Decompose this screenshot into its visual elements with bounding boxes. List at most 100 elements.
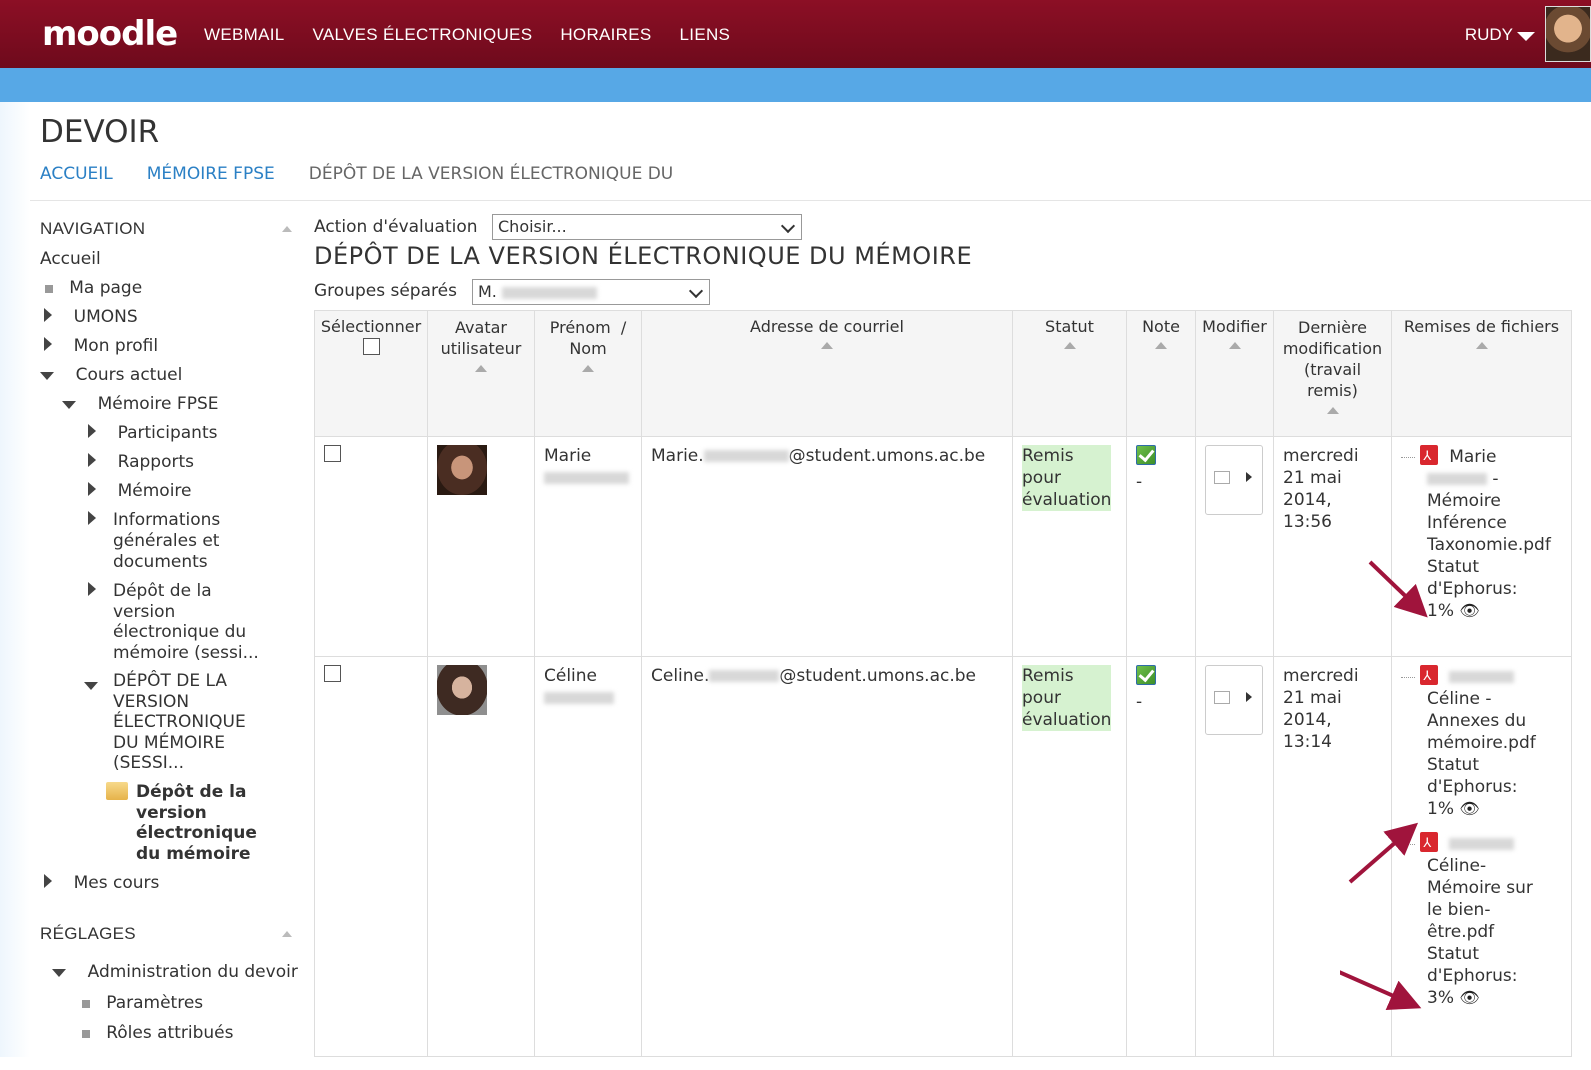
header-band	[0, 68, 1591, 102]
sort-icon	[1063, 342, 1076, 349]
file-submissions: Céline - Annexes du mémoire.pdf Statut d…	[1391, 656, 1572, 1057]
grading-action-select[interactable]: Choisir...	[492, 214, 802, 240]
nav-my-page[interactable]: Ma page	[45, 278, 142, 298]
nav-memoire[interactable]: Mémoire	[88, 481, 192, 501]
col-lastmod[interactable]: Dernière modification (travail remis)	[1273, 310, 1392, 437]
nav-depot-session[interactable]	[88, 581, 96, 601]
nav-info[interactable]	[88, 510, 96, 530]
expand-icon	[44, 308, 52, 322]
edit-menu-button[interactable]	[1205, 445, 1263, 515]
user-avatar[interactable]	[1545, 6, 1591, 62]
col-select: Sélectionner	[314, 310, 428, 437]
groups-select[interactable]: M.	[472, 279, 710, 305]
ephorus-percent: 1%	[1427, 601, 1454, 621]
nav-umons[interactable]: UMONS	[44, 307, 138, 327]
caret-right-icon	[1246, 692, 1252, 702]
collapse-icon[interactable]	[282, 931, 292, 937]
sort-icon	[1228, 342, 1241, 349]
grade-check-icon[interactable]	[1136, 665, 1156, 685]
expand-icon	[88, 582, 96, 596]
settings-params[interactable]: Paramètres	[82, 993, 203, 1013]
caret-right-icon	[1246, 472, 1252, 482]
col-status[interactable]: Statut	[1012, 310, 1127, 437]
grading-action-label: Action d'évaluation	[314, 217, 478, 237]
breadcrumb-current: DÉPÔT DE LA VERSION ÉLECTRONIQUE DU	[308, 164, 674, 184]
expand-icon	[44, 337, 52, 351]
row-checkbox[interactable]	[324, 445, 341, 462]
collapse-icon	[52, 969, 66, 977]
col-grade[interactable]: Note	[1126, 310, 1196, 437]
nav-liens[interactable]: LIENS	[680, 25, 731, 45]
redacted-lastname	[544, 472, 629, 484]
file-link[interactable]: mémoire.pdf	[1427, 732, 1563, 754]
nav-home[interactable]: Accueil	[40, 249, 101, 269]
nav-depot-upper-label[interactable]: DÉPÔT DE LA VERSION ÉLECTRONIQUE DU MÉMOIRE…	[113, 671, 246, 774]
breadcrumb-home[interactable]: ACCUEIL	[40, 164, 113, 184]
moodle-logo[interactable]: moodle	[42, 14, 178, 54]
folder-icon	[106, 782, 128, 805]
edit-icon	[1214, 471, 1230, 484]
nav-webmail[interactable]: WEBMAIL	[204, 25, 285, 45]
user-avatar[interactable]	[437, 445, 487, 495]
eye-icon[interactable]: 👁	[1459, 987, 1479, 1009]
eye-icon[interactable]: 👁	[1459, 798, 1479, 820]
col-avatar[interactable]: Avatar utilisateur	[427, 310, 535, 437]
nav-valves[interactable]: VALVES ÉLECTRONIQUES	[313, 25, 533, 45]
email-domain: @student.umons.ac.be	[788, 446, 986, 466]
sort-icon	[821, 342, 833, 349]
navigation-block-title[interactable]: NAVIGATION	[40, 219, 145, 239]
settings-block-title[interactable]: RÉGLAGES	[40, 924, 136, 944]
user-menu[interactable]: RUDY	[1465, 25, 1513, 45]
expand-icon	[88, 453, 96, 467]
nav-info-label[interactable]: Informations générales et documents	[113, 510, 220, 573]
nav-current-course[interactable]: Cours actuel	[40, 365, 182, 385]
firstname[interactable]: Marie	[544, 445, 633, 467]
edit-icon	[1214, 691, 1230, 704]
nav-my-courses[interactable]: Mes cours	[44, 873, 159, 893]
sort-icon	[475, 365, 487, 372]
row-checkbox[interactable]	[324, 665, 341, 682]
select-all-checkbox[interactable]	[362, 338, 380, 355]
col-edit[interactable]: Modifier	[1195, 310, 1274, 437]
settings-roles[interactable]: Rôles attribués	[82, 1023, 233, 1043]
edit-menu-button[interactable]	[1205, 665, 1263, 735]
pdf-icon[interactable]	[1420, 665, 1439, 688]
nav-profile[interactable]: Mon profil	[44, 336, 158, 356]
nav-reports[interactable]: Rapports	[88, 452, 194, 472]
redacted-text	[1427, 473, 1487, 485]
breadcrumb-course[interactable]: MÉMOIRE FPSE	[147, 164, 275, 184]
email-prefix: Marie.	[651, 446, 704, 466]
nav-participants[interactable]: Participants	[88, 423, 217, 443]
file-item[interactable]	[1401, 665, 1563, 688]
expand-icon	[88, 511, 96, 525]
collapse-icon[interactable]	[282, 226, 292, 232]
email-domain: @student.umons.ac.be	[779, 666, 977, 686]
file-item[interactable]	[1401, 832, 1563, 855]
eye-icon[interactable]: 👁	[1459, 600, 1479, 622]
pdf-icon[interactable]	[1420, 832, 1439, 855]
col-files[interactable]: Remises de fichiers	[1391, 310, 1572, 437]
file-submissions: Marie - Mémoire Inférence Taxonomie.pdf …	[1391, 436, 1572, 657]
nav-horaires[interactable]: HORAIRES	[560, 25, 651, 45]
collapse-icon	[40, 372, 54, 380]
redacted-lastname	[544, 692, 614, 704]
bullet-icon	[82, 1000, 90, 1008]
col-name[interactable]: Prénom / Nom	[534, 310, 642, 437]
grade-check-icon[interactable]	[1136, 445, 1156, 465]
nav-depot-session-label[interactable]: Dépôt de la version électronique du mémoire…	[113, 581, 259, 663]
file-link[interactable]: Taxonomie.pdf	[1427, 534, 1563, 556]
groups-label: Groupes séparés	[314, 281, 457, 301]
pdf-icon[interactable]	[1420, 445, 1439, 468]
firstname[interactable]: Céline	[544, 665, 633, 687]
file-item[interactable]: Marie	[1401, 445, 1563, 468]
settings-admin[interactable]: Administration du devoir	[52, 962, 298, 982]
chevron-down-icon	[688, 283, 704, 299]
divider	[30, 200, 1591, 201]
file-link[interactable]: être.pdf	[1427, 921, 1563, 943]
col-email[interactable]: Adresse de courriel	[641, 310, 1013, 437]
nav-course[interactable]: Mémoire FPSE	[62, 394, 218, 414]
caret-down-icon[interactable]	[1517, 32, 1535, 41]
nav-depot-upper[interactable]	[84, 675, 98, 695]
nav-active-item[interactable]: Dépôt de la version électronique du mémoire	[136, 782, 257, 864]
user-avatar[interactable]	[437, 665, 487, 715]
